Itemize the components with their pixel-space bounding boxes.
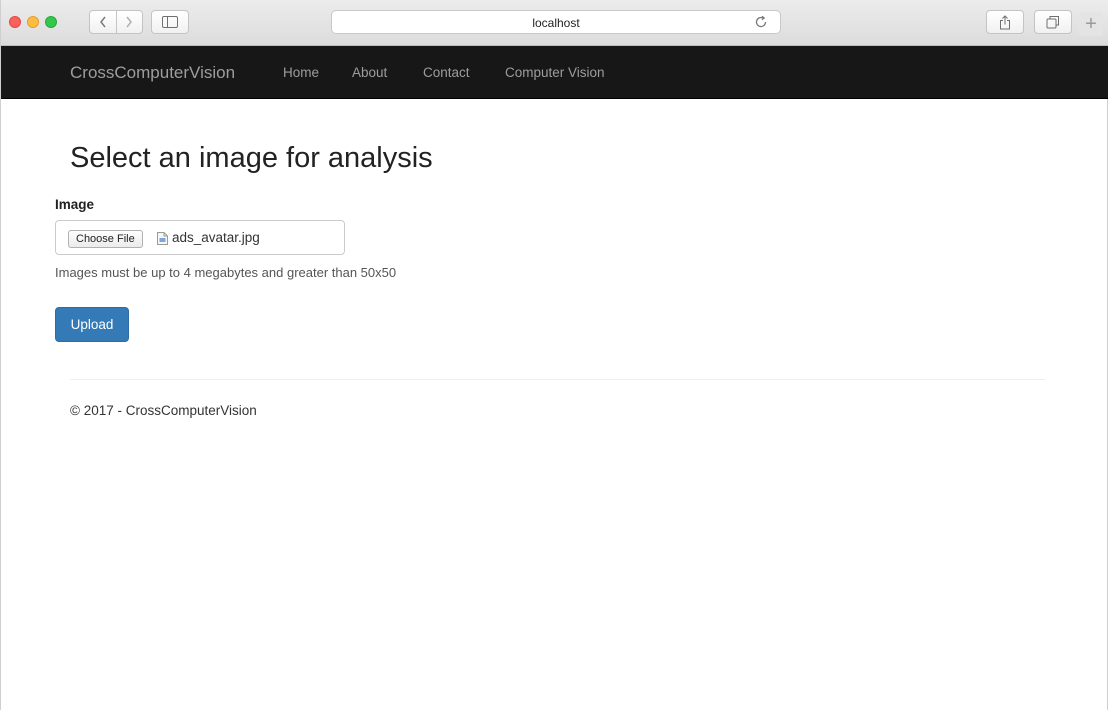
nav-computer-vision-link[interactable]: Computer Vision <box>505 65 605 80</box>
address-text: localhost <box>532 16 580 30</box>
back-button[interactable] <box>90 11 116 33</box>
forward-button[interactable] <box>115 11 142 33</box>
address-bar[interactable]: localhost <box>331 10 781 34</box>
image-file-input[interactable]: Choose File ads_avatar.jpg <box>55 220 345 255</box>
browser-toolbar: localhost + <box>1 0 1108 46</box>
minimize-window-button[interactable] <box>27 16 39 28</box>
choose-file-button[interactable]: Choose File <box>68 230 143 248</box>
image-field-label: Image <box>55 197 95 212</box>
file-icon <box>157 232 168 245</box>
page-title: Select an image for analysis <box>70 142 433 174</box>
nav-home-link[interactable]: Home <box>283 65 319 80</box>
selected-file-name: ads_avatar.jpg <box>172 230 260 245</box>
chevron-right-icon <box>126 16 133 28</box>
show-tabs-button[interactable] <box>1034 10 1072 34</box>
sidebar-button[interactable] <box>151 10 189 34</box>
tabs-icon <box>1046 16 1059 29</box>
reload-icon[interactable] <box>754 15 768 29</box>
footer-divider <box>70 379 1045 380</box>
site-navbar: CrossComputerVision Home About Contact C… <box>1 46 1108 99</box>
browser-window: localhost + CrossComputerVision Home Abo… <box>0 0 1108 710</box>
nav-contact-link[interactable]: Contact <box>423 65 470 80</box>
sidebar-icon <box>162 16 178 28</box>
share-icon <box>1000 14 1010 29</box>
new-tab-button[interactable]: + <box>1079 12 1103 36</box>
nav-about-link[interactable]: About <box>352 65 387 80</box>
footer-text: © 2017 - CrossComputerVision <box>70 403 257 418</box>
upload-button[interactable]: Upload <box>55 307 129 342</box>
share-button[interactable] <box>986 10 1024 34</box>
zoom-window-button[interactable] <box>45 16 57 28</box>
close-window-button[interactable] <box>9 16 21 28</box>
brand-link[interactable]: CrossComputerVision <box>70 63 235 83</box>
help-text: Images must be up to 4 megabytes and gre… <box>55 265 397 280</box>
history-nav-group <box>89 10 143 34</box>
chevron-left-icon <box>100 16 106 28</box>
